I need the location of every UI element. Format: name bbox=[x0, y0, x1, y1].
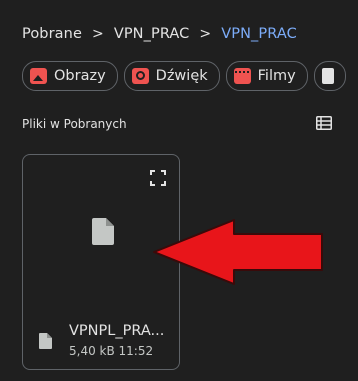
document-icon bbox=[321, 68, 334, 84]
filter-chip-video[interactable]: Filmy bbox=[225, 61, 308, 91]
fullscreen-icon[interactable] bbox=[149, 169, 167, 187]
filter-chip-audio[interactable]: Dźwięk bbox=[123, 61, 220, 91]
breadcrumb-item-pobrane[interactable]: Pobrane bbox=[22, 26, 82, 42]
file-meta: 5,40 kB 11:52 bbox=[69, 344, 154, 358]
section-title: Pliki w Pobranych bbox=[22, 117, 127, 131]
list-view-icon[interactable] bbox=[316, 116, 332, 130]
chevron-right-icon: > bbox=[199, 26, 212, 42]
breadcrumb: Pobrane > VPN_PRAC > VPN_PRAC bbox=[22, 22, 297, 46]
image-icon bbox=[30, 68, 47, 84]
breadcrumb-item-vpn-prac[interactable]: VPN_PRAC bbox=[114, 26, 190, 42]
filter-chip-documents[interactable] bbox=[313, 61, 346, 91]
annotation-arrow bbox=[153, 219, 323, 285]
chevron-right-icon: > bbox=[91, 26, 104, 42]
video-icon bbox=[233, 68, 251, 84]
file-name: VPNPL_PRA... bbox=[69, 323, 165, 339]
filter-chip-label: Dźwięk bbox=[155, 68, 208, 84]
audio-icon bbox=[131, 68, 149, 84]
filter-chip-label: Obrazy bbox=[54, 68, 106, 84]
breadcrumb-item-current: VPN_PRAC bbox=[221, 26, 297, 42]
filter-chip-images[interactable]: Obrazy bbox=[22, 61, 118, 91]
file-icon bbox=[92, 218, 114, 245]
file-icon bbox=[39, 333, 52, 349]
filter-chip-label: Filmy bbox=[257, 68, 296, 84]
filter-chips: Obrazy Dźwięk Filmy bbox=[22, 61, 346, 91]
